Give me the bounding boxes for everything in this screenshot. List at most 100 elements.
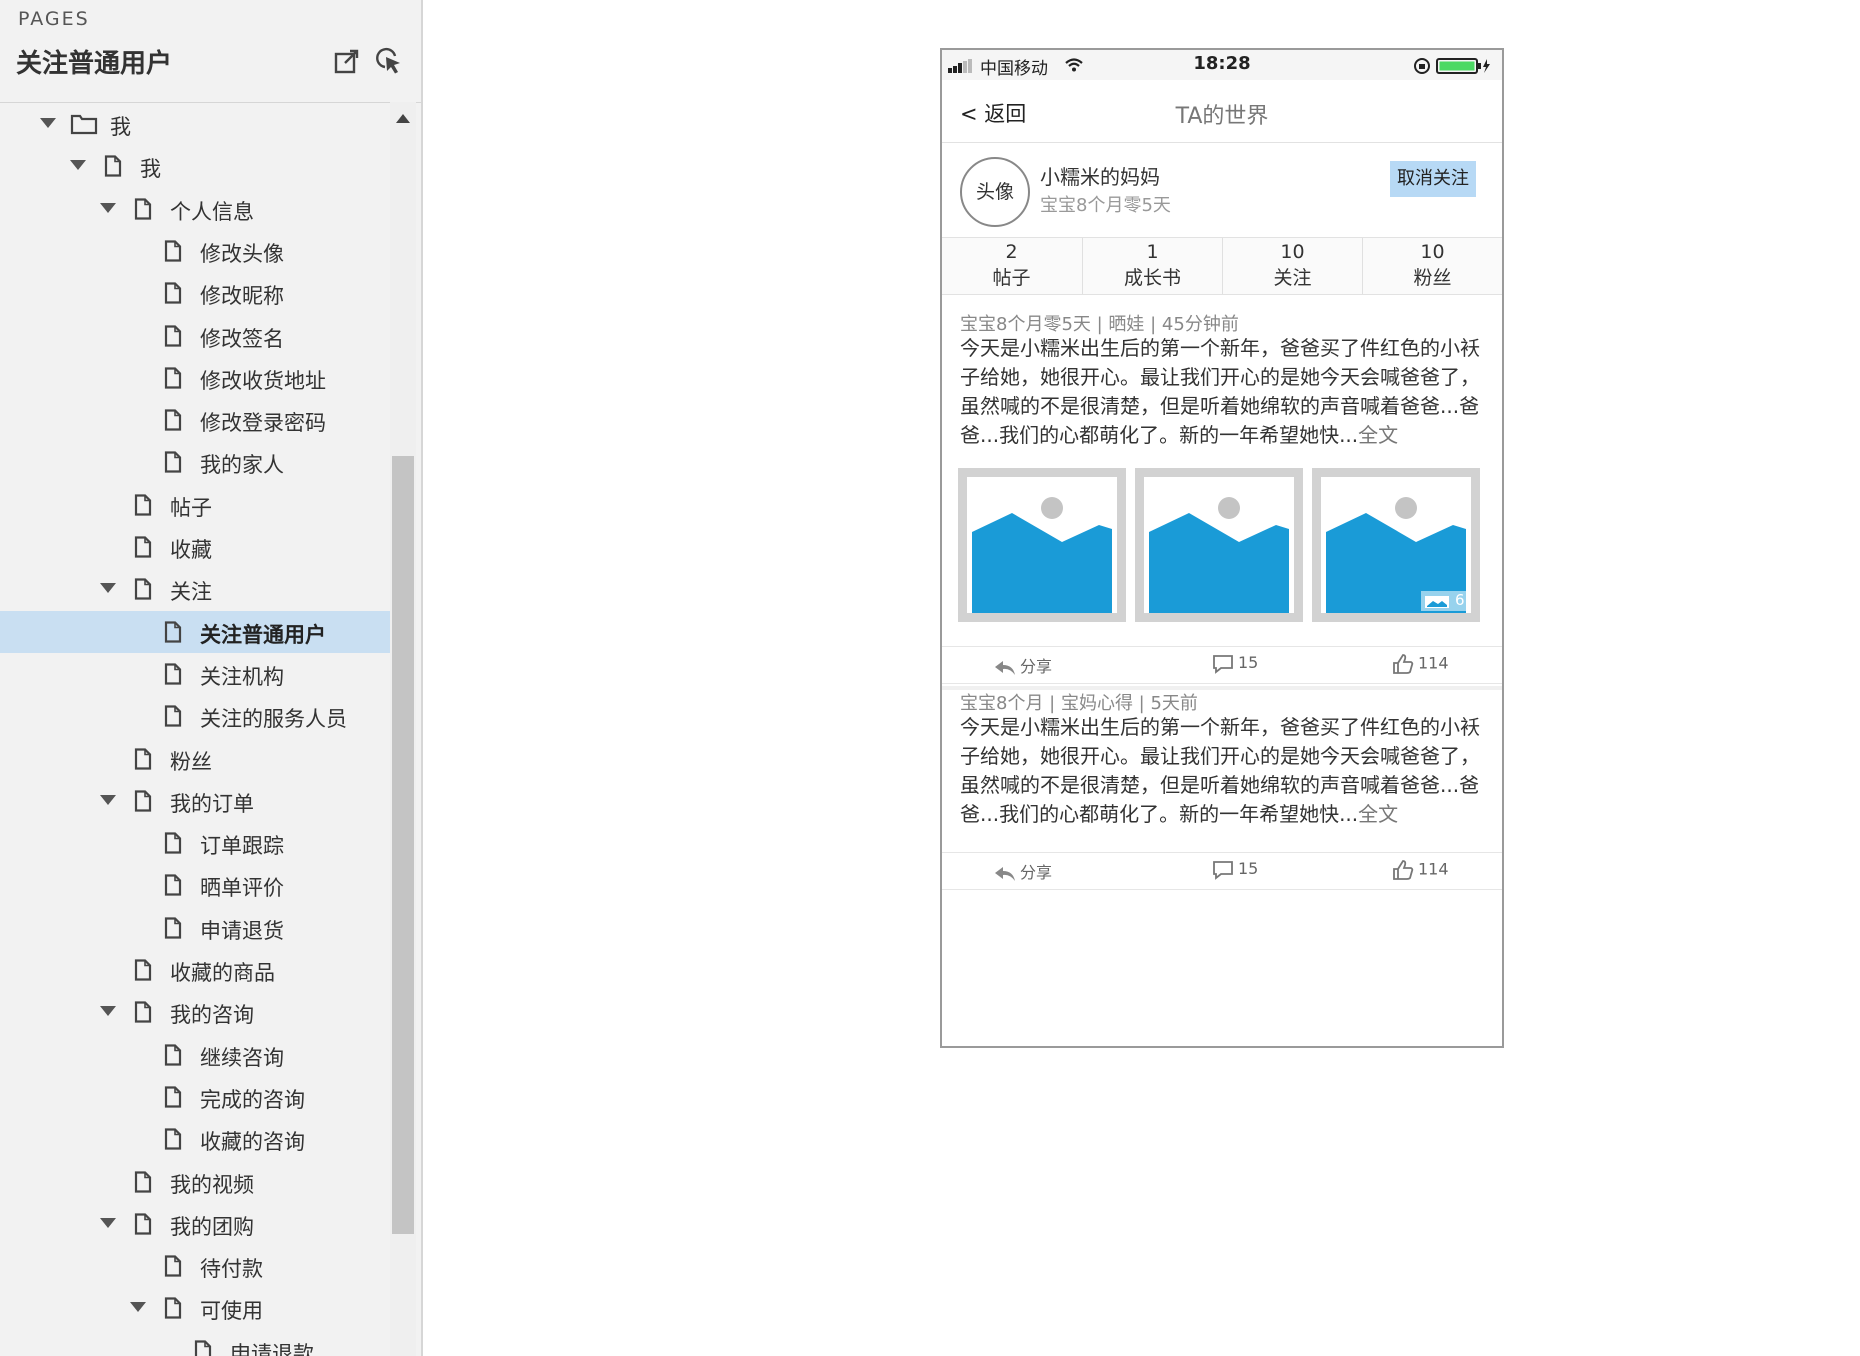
tree-item[interactable]: 我 [0, 145, 390, 187]
tree-item-label: 申请退款 [230, 1341, 314, 1356]
share-icon [995, 660, 1015, 675]
comment-button[interactable]: 15 [1212, 859, 1258, 880]
comment-count: 15 [1238, 859, 1259, 878]
tree-item[interactable]: 修改收货地址 [0, 357, 390, 399]
tree-item[interactable]: 我的咨询 [0, 991, 390, 1033]
tree-scrollbar[interactable] [390, 102, 416, 1356]
folder-icon [70, 114, 98, 135]
page-icon [164, 917, 182, 939]
tree-item-label: 收藏的商品 [170, 961, 275, 985]
comment-icon [1213, 654, 1233, 674]
tree-item-label: 订单跟踪 [200, 834, 284, 859]
comment-count: 15 [1238, 653, 1259, 672]
page-icon [134, 790, 152, 812]
tree-item-label: 个人信息 [170, 199, 254, 224]
post-action-bar: 分享 15 114 [942, 852, 1502, 890]
tree-item[interactable]: 收藏的咨询 [0, 1118, 390, 1160]
tree-item[interactable]: 修改签名 [0, 315, 390, 357]
stat-fans[interactable]: 10 粉丝 [1362, 238, 1502, 294]
tree-item-label: 我的视频 [170, 1172, 254, 1197]
tree-item-label: 粉丝 [170, 749, 212, 774]
post-card[interactable]: 宝宝8个月 | 宝妈心得 | 5天前 今天是小糯米出生后的第一个新年，爸爸买了件… [942, 692, 1502, 890]
tree-item-label: 修改签名 [200, 326, 284, 351]
tree-item[interactable]: 修改登录密码 [0, 399, 390, 441]
tree-item[interactable]: 关注 [0, 568, 390, 610]
scrollbar-thumb[interactable] [392, 456, 414, 1234]
tree-item-label: 我 [140, 157, 161, 182]
tree-item[interactable]: 申请退货 [0, 907, 390, 949]
page-icon [134, 578, 152, 600]
tree-item[interactable]: 我 [0, 103, 390, 145]
share-button[interactable]: 分享 [994, 653, 1052, 677]
tree-item[interactable]: 我的视频 [0, 1161, 390, 1203]
photo-grid: 6 [958, 468, 1492, 626]
tree-item[interactable]: 可使用 [0, 1287, 390, 1329]
expand-arrow-icon[interactable] [70, 160, 86, 171]
tree-item[interactable]: 修改头像 [0, 230, 390, 272]
expand-arrow-icon[interactable] [100, 202, 116, 213]
page-icon [164, 874, 182, 896]
share-icon [995, 866, 1015, 881]
expand-arrow-icon[interactable] [40, 118, 56, 128]
page-tree: 我我个人信息 修改头像 修改昵称 修改签名 修改收货地址 修改登录密码 我的家人 帖子 收藏 关注… [0, 102, 390, 1356]
expand-arrow-icon[interactable] [130, 1302, 146, 1313]
full-text-link[interactable]: 全文 [1358, 802, 1398, 826]
page-icon [134, 197, 152, 220]
tree-item[interactable]: 完成的咨询 [0, 1076, 390, 1118]
select-pointer-icon[interactable] [373, 46, 403, 76]
unfollow-button[interactable]: 取消关注 [1390, 161, 1476, 197]
tree-item-label: 我的订单 [170, 791, 254, 816]
tree-item[interactable]: 收藏的商品 [0, 949, 390, 991]
tree-item[interactable]: 继续咨询 [0, 1034, 390, 1076]
page-icon [164, 705, 182, 727]
tree-item[interactable]: 关注普通用户 [0, 610, 390, 653]
like-count: 114 [1418, 859, 1449, 879]
stat-posts[interactable]: 2 帖子 [942, 238, 1081, 294]
tree-item[interactable]: 我的家人 [0, 441, 390, 483]
tree-item[interactable]: 关注机构 [0, 653, 390, 695]
full-text-link[interactable]: 全文 [1358, 423, 1398, 447]
stat-fans-label: 粉丝 [1413, 267, 1452, 289]
stat-following[interactable]: 10 关注 [1222, 238, 1362, 294]
post-photo[interactable]: 6 [1312, 468, 1480, 622]
like-button[interactable]: 114 [1392, 653, 1449, 675]
tree-item[interactable]: 待付款 [0, 1245, 390, 1287]
tree-item[interactable]: 帖子 [0, 484, 390, 526]
scroll-up-arrow-icon[interactable] [396, 114, 410, 123]
tree-item-label: 修改收货地址 [200, 368, 326, 393]
profile-card: 头像 小糯米的妈妈 宝宝8个月零5天 取消关注 [942, 143, 1502, 238]
tree-item[interactable]: 申请退款 [0, 1330, 390, 1356]
tree-item[interactable]: 关注的服务人员 [0, 695, 390, 737]
stat-growth-book-label: 成长书 [1123, 267, 1181, 289]
tree-item-label: 可使用 [200, 1299, 263, 1324]
comment-button[interactable]: 15 [1212, 653, 1258, 674]
tree-item[interactable]: 粉丝 [0, 738, 390, 780]
share-button[interactable]: 分享 [994, 859, 1052, 883]
tree-item[interactable]: 收藏 [0, 526, 390, 568]
post-photo[interactable] [1135, 468, 1303, 622]
tree-item[interactable]: 个人信息 [0, 188, 390, 230]
like-button[interactable]: 114 [1392, 859, 1449, 881]
post-photo[interactable] [958, 468, 1126, 622]
page-icon [164, 367, 182, 389]
share-label: 分享 [1020, 863, 1053, 882]
tree-item[interactable]: 订单跟踪 [0, 822, 390, 864]
tree-item[interactable]: 晒单评价 [0, 864, 390, 906]
expand-arrow-icon[interactable] [100, 583, 116, 594]
expand-arrow-icon[interactable] [100, 1006, 116, 1017]
tree-item-label: 收藏 [170, 538, 212, 562]
add-page-icon[interactable] [332, 46, 362, 76]
expand-arrow-icon[interactable] [100, 1217, 116, 1228]
post-meta: 宝宝8个月零5天 | 晒娃 | 45分钟前 [960, 314, 1239, 335]
stat-growth-book[interactable]: 1 成长书 [1082, 238, 1222, 294]
post-action-bar: 分享 15 114 [942, 646, 1502, 684]
tree-item-label: 晒单评价 [200, 876, 284, 901]
post-card[interactable]: 宝宝8个月零5天 | 晒娃 | 45分钟前 今天是小糯米出生后的第一个新年，爸爸… [942, 310, 1502, 722]
expand-arrow-icon[interactable] [100, 794, 116, 805]
tree-item[interactable]: 修改昵称 [0, 272, 390, 314]
tree-item[interactable]: 我的订单 [0, 780, 390, 822]
avatar[interactable]: 头像 [960, 157, 1030, 227]
tree-item[interactable]: 我的团购 [0, 1203, 390, 1245]
stat-posts-label: 帖子 [992, 267, 1031, 289]
tree-item-label: 帖子 [170, 495, 212, 520]
